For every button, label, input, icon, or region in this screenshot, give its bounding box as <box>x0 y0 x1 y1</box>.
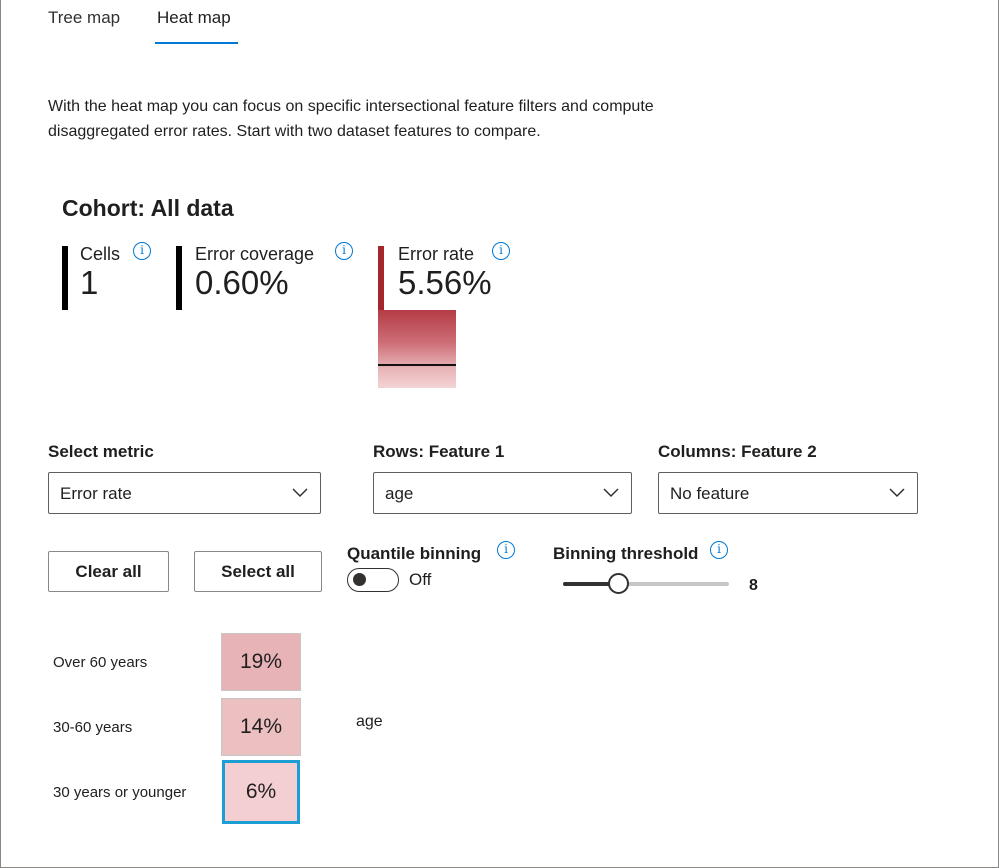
error-rate-label: Error rate <box>398 244 475 264</box>
binning-threshold-info-icon[interactable]: i <box>710 541 728 559</box>
heatmap-description: With the heat map you can focus on speci… <box>48 98 654 140</box>
heatmap-row-label: 30-60 years <box>53 719 133 736</box>
binning-threshold-label: Binning threshold <box>553 544 699 563</box>
select-metric-dropdown[interactable]: Error rate <box>48 472 321 514</box>
heatmap-cell-selected[interactable]: 6% <box>222 760 300 824</box>
error-rate-value: 5.56% <box>398 264 492 301</box>
chevron-down-icon <box>292 488 308 498</box>
chevron-down-icon <box>603 488 619 498</box>
error-coverage-bar <box>176 246 182 310</box>
select-all-button[interactable]: Select all <box>194 551 322 592</box>
heatmap-row-label: Over 60 years <box>53 654 148 671</box>
rows-feature-dropdown[interactable]: age <box>373 472 632 514</box>
cohort-title: Cohort: All data <box>62 195 234 221</box>
error-rate-marker-line <box>378 364 456 366</box>
heatmap-cell[interactable]: 19% <box>221 633 301 691</box>
columns-feature-dropdown[interactable]: No feature <box>658 472 918 514</box>
cells-bar <box>62 246 68 310</box>
binning-threshold-slider-thumb[interactable] <box>607 573 629 594</box>
error-rate-bar <box>378 246 384 310</box>
error-rate-gradient-legend <box>378 310 456 388</box>
heatmap-row-label: 30 years or younger <box>53 784 187 801</box>
quantile-binning-info-icon[interactable]: i <box>497 541 515 559</box>
columns-feature-label: Columns: Feature 2 <box>658 442 817 461</box>
tab-heat-map[interactable]: Heat map <box>157 8 231 28</box>
cells-label: Cells <box>80 244 121 264</box>
select-metric-label: Select metric <box>48 442 154 461</box>
chevron-down-icon <box>889 488 905 498</box>
quantile-binning-state: Off <box>409 570 432 589</box>
binning-threshold-value: 8 <box>749 577 758 594</box>
heatmap-cell[interactable]: 14% <box>221 698 301 756</box>
cells-info-icon[interactable]: i <box>133 242 151 260</box>
select-metric-value: Error rate <box>60 484 132 503</box>
columns-feature-value: No feature <box>670 484 750 503</box>
tab-tree-map[interactable]: Tree map <box>48 8 120 28</box>
cells-value: 1 <box>80 264 99 301</box>
rows-feature-label: Rows: Feature 1 <box>373 442 505 461</box>
rows-feature-value: age <box>385 484 414 503</box>
error-coverage-label: Error coverage <box>195 244 315 264</box>
error-coverage-value: 0.60% <box>195 264 289 301</box>
clear-all-button[interactable]: Clear all <box>48 551 169 592</box>
heatmap-axis-label: age <box>356 713 383 730</box>
quantile-binning-label: Quantile binning <box>347 544 482 563</box>
toggle-knob <box>353 573 366 586</box>
active-tab-indicator <box>155 42 238 44</box>
error-rate-info-icon[interactable]: i <box>492 242 510 260</box>
error-coverage-info-icon[interactable]: i <box>335 242 353 260</box>
quantile-binning-toggle[interactable] <box>347 568 399 592</box>
